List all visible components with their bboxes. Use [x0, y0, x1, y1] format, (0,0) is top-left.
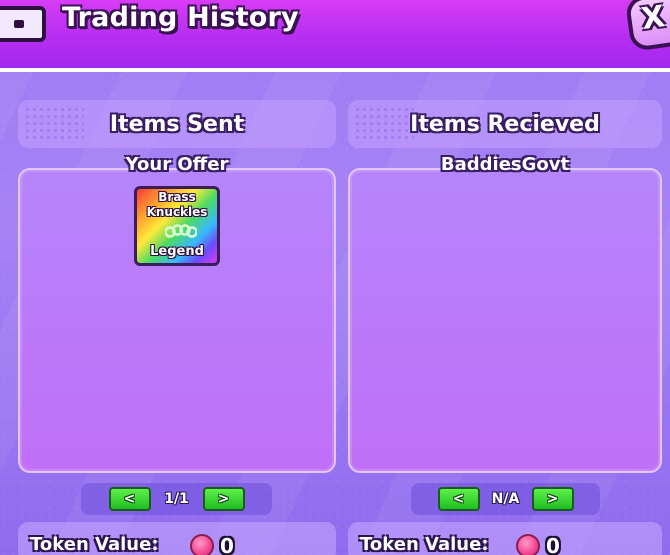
- items-sent-pager: < 1/1 >: [81, 483, 272, 515]
- item-name: Brass Knuckles: [137, 190, 217, 220]
- brass-knuckles-icon: [165, 224, 197, 238]
- items-received-panel: [348, 168, 662, 473]
- token-coin-icon: [516, 534, 540, 555]
- items-sent-header: Items Sent: [18, 100, 336, 148]
- trade-partner-name: BaddiesGovt: [440, 154, 570, 175]
- your-offer-text: Your Offer: [125, 154, 229, 175]
- sent-token-value-bar: Token Value: 0: [18, 522, 336, 555]
- items-received-title: Items Recieved: [410, 111, 600, 137]
- token-coin-icon: [190, 534, 214, 555]
- window-title: Trading History: [62, 2, 299, 33]
- next-page-button[interactable]: >: [531, 487, 574, 511]
- item-card-brass-knuckles[interactable]: Brass Knuckles Legend: [134, 186, 220, 266]
- received-token-value-bar: Token Value: 0: [348, 522, 662, 555]
- chest-icon: [0, 6, 46, 42]
- item-name-line1: Brass: [158, 190, 196, 204]
- token-value: 0: [546, 534, 560, 555]
- prev-page-button[interactable]: <: [437, 487, 480, 511]
- token-value: 0: [220, 534, 234, 555]
- items-sent-title: Items Sent: [109, 111, 245, 137]
- close-icon: X: [639, 0, 668, 38]
- prev-page-button[interactable]: <: [108, 487, 151, 511]
- title-bar: Trading History: [0, 0, 670, 72]
- item-rarity: Legend: [150, 244, 204, 259]
- next-page-button[interactable]: >: [202, 487, 245, 511]
- page-indicator: 1/1: [164, 491, 189, 507]
- items-received-header: Items Recieved: [348, 100, 662, 148]
- trade-partner-label: BaddiesGovt: [348, 154, 662, 180]
- your-offer-label: Your Offer: [18, 154, 336, 180]
- token-value-label: Token Value:: [30, 534, 159, 555]
- token-value-label: Token Value:: [360, 534, 489, 555]
- item-name-line2: Knuckles: [146, 205, 208, 219]
- items-received-pager: < N/A >: [411, 483, 600, 515]
- trading-history-window: Trading History X Items Sent Brass Knuck…: [0, 0, 670, 555]
- page-indicator: N/A: [491, 491, 520, 507]
- items-sent-panel: Brass Knuckles Legend: [18, 168, 336, 473]
